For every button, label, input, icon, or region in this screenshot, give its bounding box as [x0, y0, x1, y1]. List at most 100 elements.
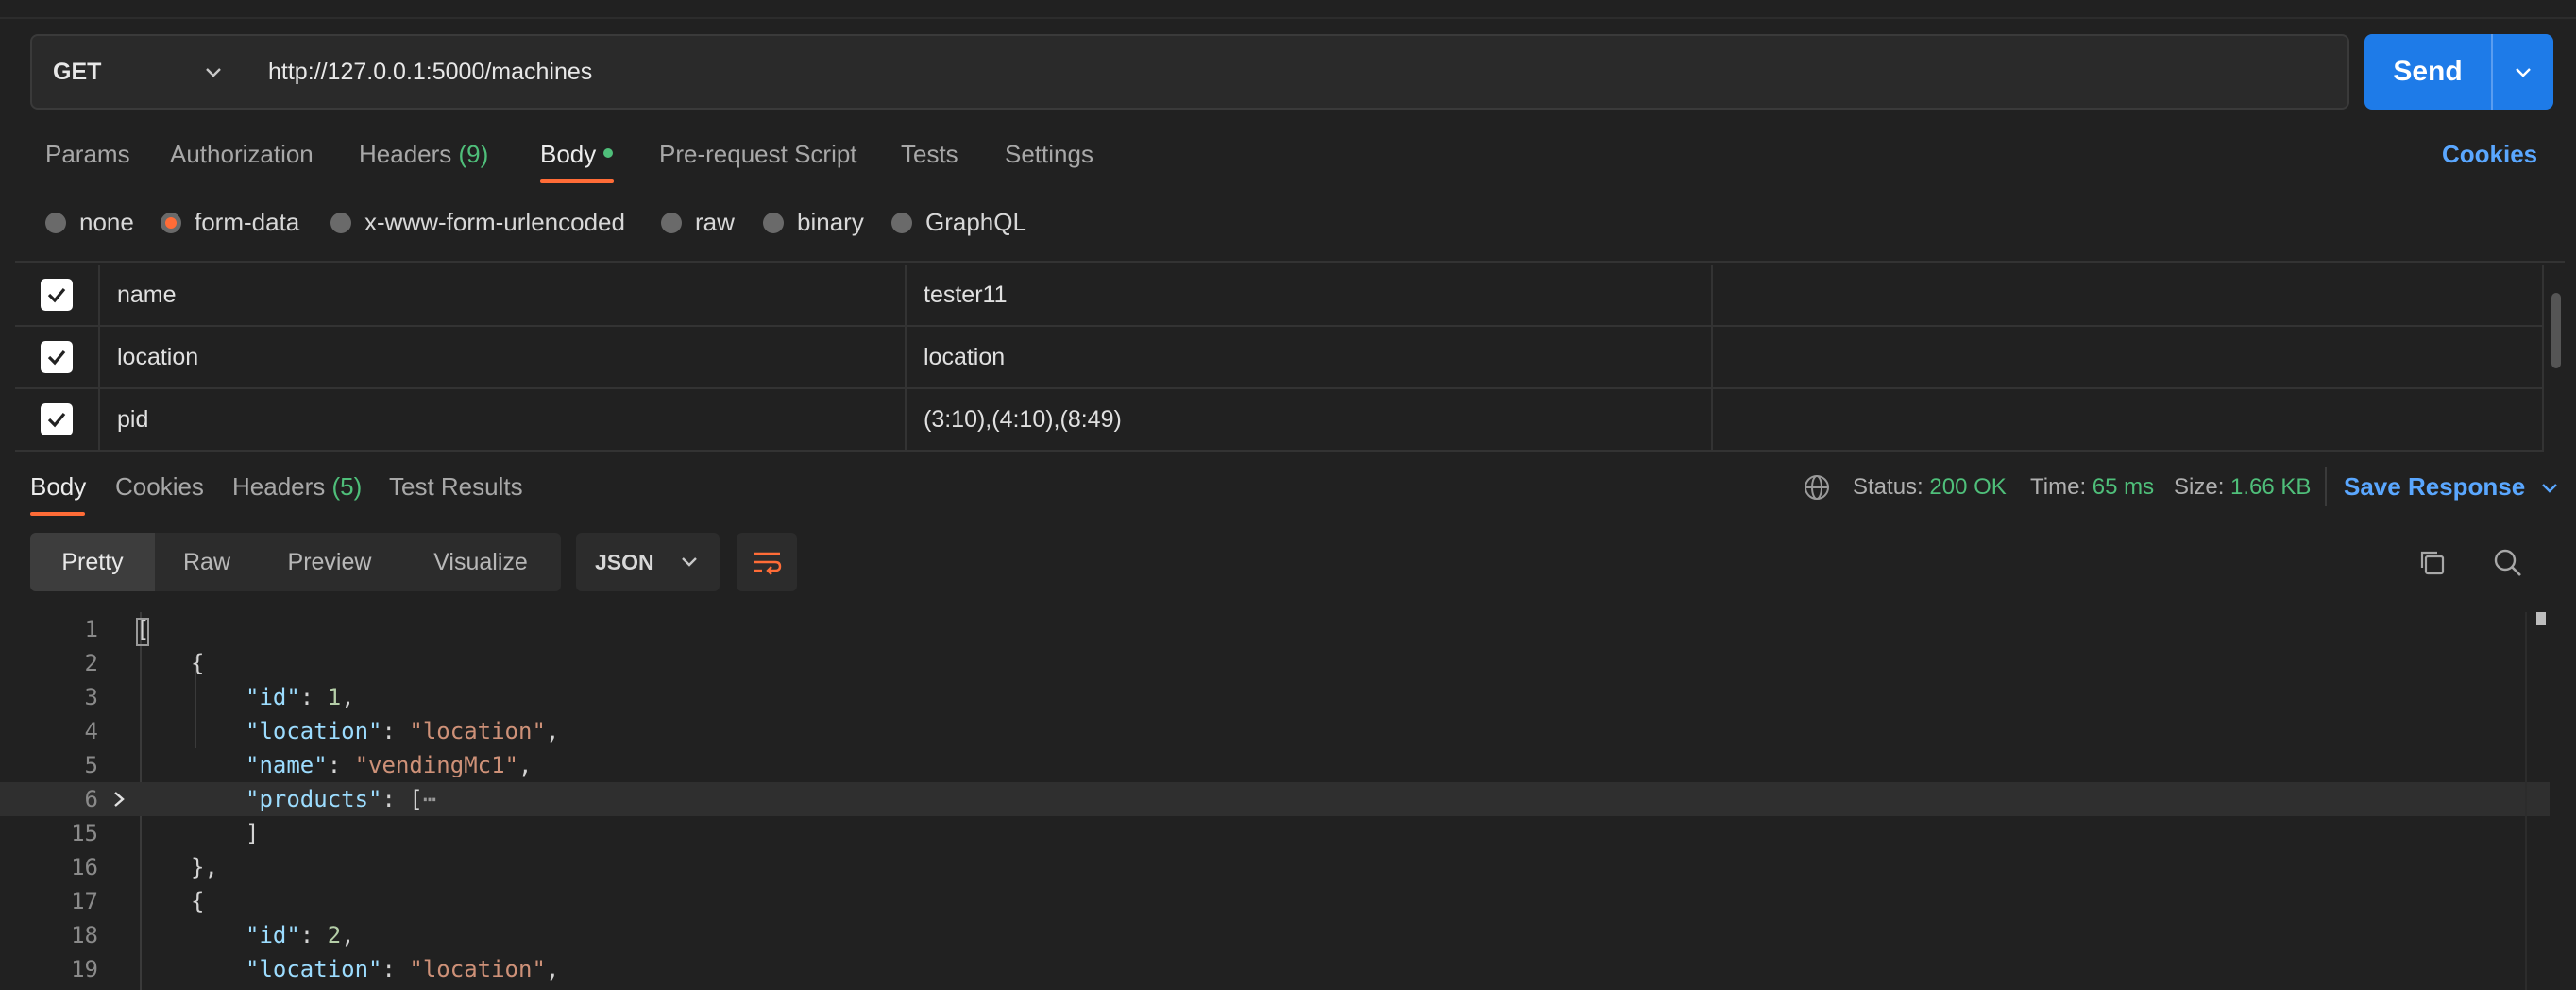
view-label: Raw: [182, 548, 230, 575]
tab-body[interactable]: Body: [540, 140, 614, 169]
value-cell[interactable]: tester11: [907, 265, 1713, 325]
tab-headers[interactable]: Headers (9): [359, 140, 488, 169]
method-label: GET: [53, 58, 102, 85]
tab-label: Authorization: [170, 140, 314, 168]
json-punct: ,: [545, 956, 560, 982]
method-select[interactable]: GET: [30, 34, 249, 110]
send-button[interactable]: Send: [2364, 34, 2553, 110]
view-visualize-button[interactable]: Visualize: [400, 533, 561, 591]
key-cell[interactable]: location: [100, 327, 907, 387]
json-punct: ,: [545, 718, 560, 744]
tab-settings[interactable]: Settings: [1005, 140, 1093, 169]
tab-authorization[interactable]: Authorization: [170, 140, 314, 169]
line-number: 18: [71, 922, 98, 948]
chevron-right-icon[interactable]: [110, 790, 128, 809]
status-readout[interactable]: Status: 200 OK: [1853, 474, 2007, 501]
wrap-lines-icon: [754, 552, 782, 575]
json-value: [: [409, 786, 423, 812]
checkmark-icon: [47, 350, 66, 366]
fold-ellipsis[interactable]: ⋯: [423, 786, 436, 812]
key-text: pid: [117, 405, 149, 433]
view-label: Pretty: [61, 548, 124, 575]
code-text: "name": "vendingMc1",: [246, 752, 533, 778]
chevron-down-icon: [2516, 68, 2531, 77]
response-tab-headers[interactable]: Headers (5): [232, 472, 362, 502]
description-cell[interactable]: [1713, 327, 2544, 387]
key-cell[interactable]: name: [100, 265, 907, 325]
view-mode-group: Pretty Raw Preview Visualize: [30, 533, 561, 591]
modified-dot: [603, 148, 614, 159]
description-cell[interactable]: [1713, 265, 2544, 325]
code-line: 15]: [0, 816, 2550, 850]
response-code-view[interactable]: 1[ 2{ 3 "id": 1, 4 "location": "location",…: [0, 612, 2550, 990]
format-label: JSON: [595, 549, 654, 574]
body-type-form-data[interactable]: form-data: [161, 208, 299, 237]
table-scrollbar[interactable]: [2551, 293, 2561, 368]
code-scrollbar[interactable]: [2536, 612, 2546, 625]
json-value: 2: [327, 922, 342, 948]
code-line: 17 {: [0, 884, 2550, 918]
line-number: 17: [71, 888, 98, 914]
code-text: "location": "location",: [246, 956, 560, 982]
value-cell[interactable]: location: [907, 327, 1713, 387]
time-readout[interactable]: Time: 65 ms: [2030, 474, 2154, 501]
body-type-binary[interactable]: binary: [763, 208, 864, 237]
code-text: "products": [⋯: [246, 786, 437, 812]
tab-label: Tests: [901, 140, 958, 168]
description-cell[interactable]: [1713, 389, 2544, 450]
radio-icon: [45, 212, 66, 233]
save-response-label: Save Response: [2344, 472, 2526, 501]
format-select[interactable]: JSON: [576, 533, 720, 591]
tab-label: Body: [540, 140, 597, 168]
key-cell[interactable]: pid: [100, 389, 907, 450]
body-type-raw[interactable]: raw: [661, 208, 735, 237]
body-type-urlencoded[interactable]: x-www-form-urlencoded: [330, 208, 625, 237]
size-readout[interactable]: Size: 1.66 KB: [2174, 474, 2311, 501]
json-punct: ,: [518, 752, 533, 778]
size-label: Size:: [2174, 474, 2225, 500]
response-tab-cookies[interactable]: Cookies: [115, 472, 204, 502]
save-response-button[interactable]: Save Response: [2344, 472, 2561, 502]
checkbox[interactable]: [41, 403, 73, 435]
body-type-label: raw: [695, 208, 735, 236]
wrap-lines-button[interactable]: [737, 533, 797, 591]
json-key: "id": [246, 684, 300, 710]
view-preview-button[interactable]: Preview: [259, 533, 400, 591]
radio-icon: [763, 212, 784, 233]
globe-icon[interactable]: [1802, 472, 1832, 503]
checkmark-icon: [47, 287, 66, 303]
value-cell[interactable]: (3:10),(4:10),(8:49): [907, 389, 1713, 450]
code-line: 6 "products": [⋯: [0, 782, 2550, 816]
checkbox[interactable]: [41, 341, 73, 373]
table-row: pid (3:10),(4:10),(8:49): [15, 389, 2544, 452]
radio-icon: [891, 212, 912, 233]
checkbox-cell[interactable]: [15, 389, 100, 450]
json-key: "products": [246, 786, 382, 812]
checkbox-cell[interactable]: [15, 327, 100, 387]
view-pretty-button[interactable]: Pretty: [30, 533, 155, 591]
response-tab-test-results[interactable]: Test Results: [389, 472, 523, 502]
tab-pre-request-script[interactable]: Pre-request Script: [659, 140, 857, 169]
send-options-button[interactable]: [2493, 60, 2553, 84]
size-value: 1.66 KB: [2230, 474, 2312, 500]
url-input[interactable]: http://127.0.0.1:5000/machines: [247, 34, 2349, 110]
tab-label: Params: [45, 140, 130, 168]
body-type-graphql[interactable]: GraphQL: [891, 208, 1026, 237]
cookies-link[interactable]: Cookies: [2442, 140, 2537, 169]
checkbox-cell[interactable]: [15, 265, 100, 325]
tab-params[interactable]: Params: [45, 140, 130, 169]
json-value: "location": [409, 718, 546, 744]
line-number: 15: [71, 820, 98, 846]
body-type-none[interactable]: none: [45, 208, 134, 237]
time-value: 65 ms: [2092, 474, 2155, 500]
view-raw-button[interactable]: Raw: [155, 533, 259, 591]
checkbox[interactable]: [41, 279, 73, 311]
tab-tests[interactable]: Tests: [901, 140, 958, 169]
copy-button[interactable]: [2414, 544, 2451, 582]
search-button[interactable]: [2489, 544, 2527, 582]
radio-selected-icon: [161, 212, 181, 233]
code-line: 2{: [0, 646, 2550, 680]
response-tab-body[interactable]: Body: [30, 472, 86, 502]
json-key: "location": [246, 956, 382, 982]
code-line: 5 "name": "vendingMc1",: [0, 748, 2550, 782]
